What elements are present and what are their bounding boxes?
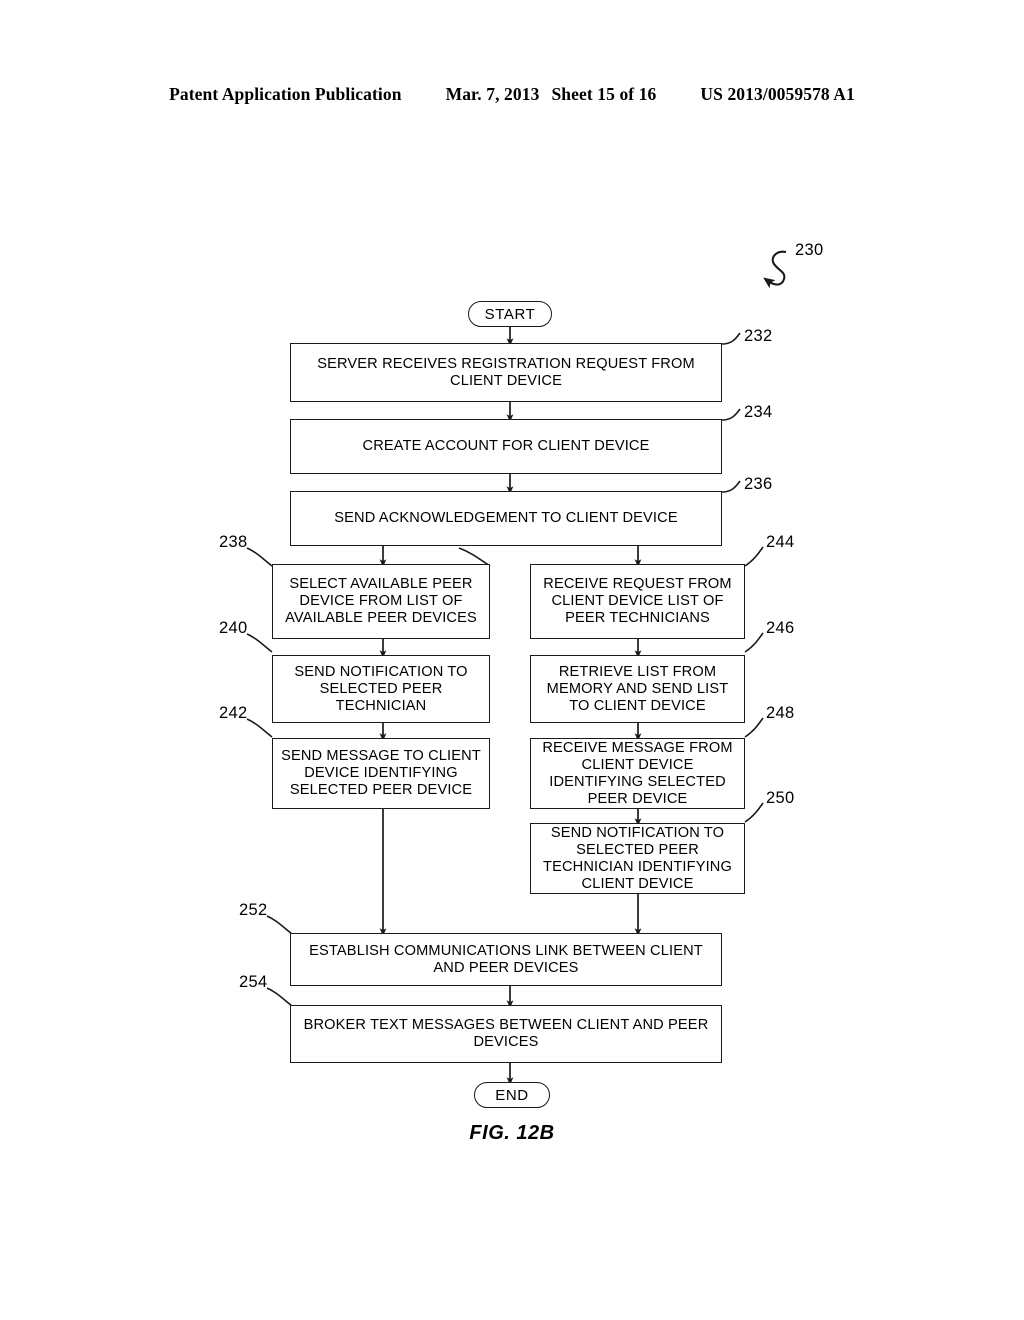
flow-step-232: SERVER RECEIVES REGISTRATION REQUEST FRO…: [290, 343, 722, 402]
ref-numeral-244: 244: [766, 533, 795, 551]
ref-numeral-240: 240: [219, 619, 248, 637]
flow-step-236-text: SEND ACKNOWLEDGEMENT TO CLIENT DEVICE: [334, 510, 678, 526]
flow-step-240-text: SEND NOTIFICATION TO SELECTED PEER TECHN…: [294, 663, 468, 714]
flow-step-252: ESTABLISH COMMUNICATIONS LINK BETWEEN CL…: [290, 933, 722, 986]
flow-step-250: SEND NOTIFICATION TO SELECTED PEER TECHN…: [530, 823, 745, 894]
ref-numeral-236: 236: [744, 475, 773, 493]
flow-step-232-text: SERVER RECEIVES REGISTRATION REQUEST FRO…: [317, 355, 695, 389]
flow-step-244-text: RECEIVE REQUEST FROM CLIENT DEVICE LIST …: [543, 576, 732, 626]
flow-step-240: SEND NOTIFICATION TO SELECTED PEER TECHN…: [272, 655, 490, 723]
ref-numeral-234: 234: [744, 403, 773, 421]
flow-step-254: BROKER TEXT MESSAGES BETWEEN CLIENT AND …: [290, 1005, 722, 1063]
flow-step-254-text: BROKER TEXT MESSAGES BETWEEN CLIENT AND …: [303, 1017, 709, 1050]
end-label: END: [495, 1086, 529, 1104]
ref-numeral-238: 238: [219, 533, 248, 551]
flow-step-234-text: CREATE ACCOUNT FOR CLIENT DEVICE: [362, 438, 650, 454]
ref-numeral-242: 242: [219, 704, 248, 722]
flow-step-246-text: RETRIEVE LIST FROM MEMORY AND SEND LIST …: [546, 663, 729, 714]
start-terminator: START: [468, 301, 552, 327]
ref-numeral-250: 250: [766, 789, 795, 807]
flow-step-242-text: SEND MESSAGE TO CLIENT DEVICE IDENTIFYIN…: [281, 748, 481, 798]
flow-step-252-text: ESTABLISH COMMUNICATIONS LINK BETWEEN CL…: [309, 942, 703, 976]
flow-step-248-text: RECEIVE MESSAGE FROM CLIENT DEVICE IDENT…: [542, 739, 733, 807]
ref-numeral-252: 252: [239, 901, 268, 919]
flow-step-244: RECEIVE REQUEST FROM CLIENT DEVICE LIST …: [530, 564, 745, 639]
ref-numeral-254: 254: [239, 973, 268, 991]
ref-numeral-248: 248: [766, 704, 795, 722]
flow-step-246: RETRIEVE LIST FROM MEMORY AND SEND LIST …: [530, 655, 745, 723]
flow-step-250-text: SEND NOTIFICATION TO SELECTED PEER TECHN…: [543, 824, 732, 892]
ref-numeral-246: 246: [766, 619, 795, 637]
ref-numeral-232: 232: [744, 327, 773, 345]
flow-step-248: RECEIVE MESSAGE FROM CLIENT DEVICE IDENT…: [530, 738, 745, 809]
flow-step-236: SEND ACKNOWLEDGEMENT TO CLIENT DEVICE: [290, 491, 722, 546]
flow-step-238-text: SELECT AVAILABLE PEER DEVICE FROM LIST O…: [285, 576, 477, 626]
flow-step-238: SELECT AVAILABLE PEER DEVICE FROM LIST O…: [272, 564, 490, 639]
flow-step-242: SEND MESSAGE TO CLIENT DEVICE IDENTIFYIN…: [272, 738, 490, 809]
start-label: START: [484, 305, 536, 323]
end-terminator: END: [474, 1082, 550, 1108]
ref-numeral-230: 230: [795, 241, 824, 259]
flow-step-234: CREATE ACCOUNT FOR CLIENT DEVICE: [290, 419, 722, 474]
figure-caption: FIG. 12B: [469, 1122, 555, 1144]
